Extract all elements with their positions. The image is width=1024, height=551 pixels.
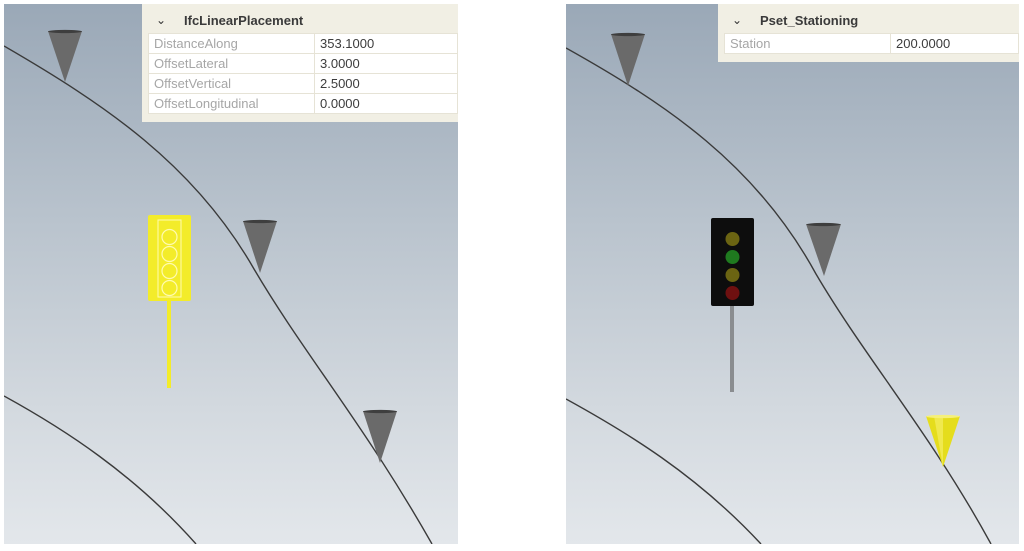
property-group-title: IfcLinearPlacement	[184, 12, 304, 28]
property-row[interactable]: OffsetLongitudinal 0.0000	[148, 93, 458, 114]
property-row[interactable]: DistanceAlong 353.1000	[148, 33, 458, 54]
property-value[interactable]: 0.0000	[314, 93, 458, 114]
property-group-title: Pset_Stationing	[760, 12, 859, 28]
property-group-header[interactable]: ⌄ IfcLinearPlacement	[148, 7, 458, 33]
property-value[interactable]: 2.5000	[314, 73, 458, 94]
alignment-curve-offset[interactable]	[566, 398, 762, 544]
property-value[interactable]: 3.0000	[314, 53, 458, 74]
property-key: DistanceAlong	[148, 33, 315, 54]
property-row[interactable]: Station 200.0000	[724, 33, 1019, 54]
traffic-signal-selected[interactable]	[148, 215, 191, 388]
signal-lamp	[725, 268, 740, 282]
cone-marker[interactable]	[48, 29, 82, 82]
3d-viewport-left[interactable]: ⌄ IfcLinearPlacement DistanceAlong 353.1…	[4, 4, 458, 544]
property-table: Station 200.0000	[724, 33, 1019, 54]
cone-marker-highlighted[interactable]	[926, 414, 960, 467]
3d-viewport-right[interactable]: ⌄ Pset_Stationing Station 200.0000	[566, 4, 1019, 544]
property-row[interactable]: OffsetVertical 2.5000	[148, 73, 458, 94]
cone-marker[interactable]	[243, 219, 277, 273]
property-group-header[interactable]: ⌄ Pset_Stationing	[724, 7, 1019, 33]
property-value[interactable]: 353.1000	[314, 33, 458, 54]
cone-marker[interactable]	[806, 222, 841, 276]
property-key: OffsetLateral	[148, 53, 315, 74]
property-table: DistanceAlong 353.1000 OffsetLateral 3.0…	[148, 33, 458, 114]
property-panel-linear-placement: ⌄ IfcLinearPlacement DistanceAlong 353.1…	[142, 4, 458, 122]
property-key: OffsetVertical	[148, 73, 315, 94]
chevron-down-icon[interactable]: ⌄	[148, 13, 174, 27]
property-key: Station	[724, 33, 891, 54]
signal-lamp	[725, 286, 740, 300]
traffic-signal[interactable]	[711, 218, 754, 392]
property-panel-stationing: ⌄ Pset_Stationing Station 200.0000	[718, 4, 1019, 62]
signal-lamp	[725, 232, 740, 246]
chevron-down-icon[interactable]: ⌄	[724, 13, 750, 27]
property-row[interactable]: OffsetLateral 3.0000	[148, 53, 458, 74]
property-value[interactable]: 200.0000	[890, 33, 1019, 54]
signal-lamp	[725, 250, 740, 264]
alignment-curve-offset[interactable]	[4, 395, 197, 544]
property-key: OffsetLongitudinal	[148, 93, 315, 114]
cone-marker[interactable]	[363, 409, 397, 463]
alignment-curve[interactable]	[566, 47, 992, 544]
scene-right	[566, 32, 992, 544]
